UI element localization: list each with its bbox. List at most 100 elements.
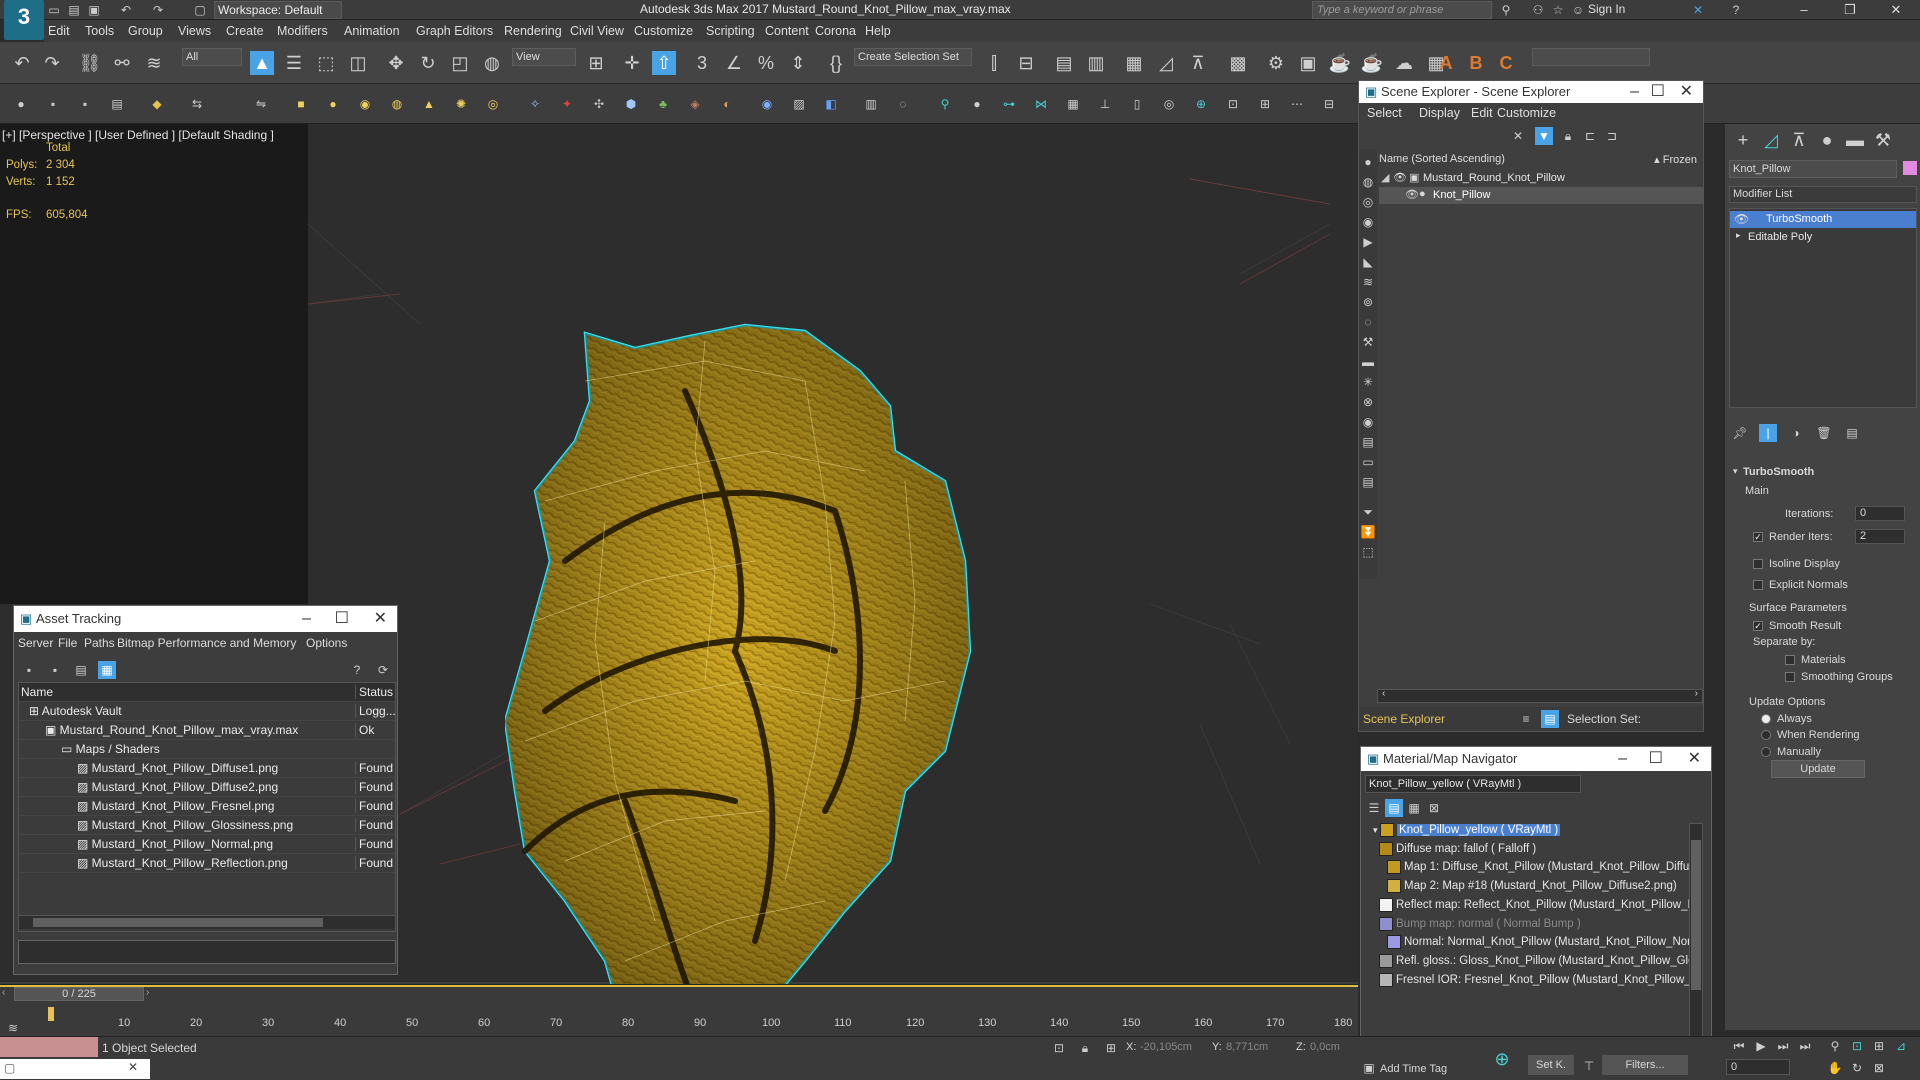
add-time-tag[interactable]: Add Time Tag bbox=[1380, 1063, 1447, 1075]
asset-menu-options[interactable]: Options bbox=[306, 636, 347, 650]
iterations-spinner[interactable]: 0 bbox=[1855, 506, 1905, 521]
text-a-icon[interactable]: A bbox=[1434, 51, 1458, 75]
asset-toolbar-icon-3[interactable]: ▤ bbox=[72, 661, 90, 679]
angle-snap-icon[interactable]: ∠ bbox=[722, 51, 746, 75]
undo-icon[interactable]: ↶ bbox=[10, 51, 34, 75]
material-tree-item[interactable]: Reflect map: Reflect_Knot_Pillow (Mustar… bbox=[1369, 898, 1697, 916]
render-iterative-icon[interactable]: ☕ bbox=[1360, 51, 1384, 75]
material-tree-item-root[interactable]: ▾ Knot_Pillow_yellow ( VRayMtl ) bbox=[1369, 823, 1697, 841]
project-icon[interactable]: ▢ bbox=[192, 2, 208, 18]
redo-icon[interactable]: ↷ bbox=[40, 51, 64, 75]
toolbar-icon-8[interactable]: ■ bbox=[292, 95, 310, 113]
filter-icon[interactable]: ▼ bbox=[1535, 127, 1553, 145]
toolbar-icon-7[interactable]: ⇋ bbox=[252, 95, 270, 113]
toolbar-icon-29[interactable]: ⊶ bbox=[1000, 95, 1018, 113]
clear-filter-icon[interactable]: ✕ bbox=[1509, 127, 1527, 145]
eye-icon[interactable]: 👁︎ bbox=[1734, 212, 1749, 226]
pan-icon[interactable]: ✋ bbox=[1826, 1059, 1844, 1077]
toolbar-icon-19[interactable]: ♣ bbox=[654, 95, 672, 113]
reference-coordinate-dropdown[interactable]: View bbox=[512, 48, 576, 66]
set-key-mode-icon[interactable]: ⊕ bbox=[1490, 1047, 1514, 1071]
menu-edit[interactable]: Edit bbox=[48, 24, 70, 38]
maximize-icon[interactable]: ☐ bbox=[1651, 81, 1665, 103]
snaps-toggle-icon[interactable]: 3 bbox=[690, 51, 714, 75]
close-icon[interactable]: ✕ bbox=[374, 606, 387, 632]
y-coordinate[interactable]: 8,771cm bbox=[1226, 1041, 1268, 1053]
asset-menu-file[interactable]: File bbox=[58, 636, 77, 650]
toolbar-icon-31[interactable]: ▦ bbox=[1064, 95, 1082, 113]
toggle-ribbon-icon[interactable]: ▦ bbox=[1122, 51, 1146, 75]
toolbar-icon-24[interactable]: ◧ bbox=[822, 95, 840, 113]
toolbar-icon-37[interactable]: ⊞ bbox=[1256, 95, 1274, 113]
toolbar-icon-16[interactable]: ✦ bbox=[558, 95, 576, 113]
scene-tree-item-selected[interactable]: 👁︎ ● Knot_Pillow bbox=[1379, 187, 1703, 204]
material-tree-item[interactable]: Normal: Normal_Knot_Pillow (Mustard_Knot… bbox=[1369, 935, 1697, 953]
material-editor-icon[interactable]: ▩ bbox=[1226, 51, 1250, 75]
render-production-icon[interactable]: ☕ bbox=[1328, 51, 1352, 75]
isolate-selection-icon[interactable]: ⊡ bbox=[1050, 1039, 1068, 1057]
render-iters-checkbox[interactable]: ✓ bbox=[1753, 531, 1767, 543]
display-spacewarps-icon[interactable]: ≋ bbox=[1359, 273, 1377, 291]
menu-rendering[interactable]: Rendering bbox=[504, 24, 562, 38]
display-shapes-icon[interactable]: ◎ bbox=[1359, 193, 1377, 211]
window-crossing-icon[interactable]: ◫ bbox=[346, 51, 370, 75]
pivot-center-icon[interactable]: ⊞ bbox=[584, 51, 608, 75]
percent-snap-icon[interactable]: % bbox=[754, 51, 778, 75]
asset-name-header[interactable]: Name bbox=[19, 685, 351, 699]
table-row[interactable]: ▨ Mustard_Knot_Pillow_Fresnel.png Found bbox=[19, 797, 395, 816]
align-icon[interactable]: ⊟ bbox=[1014, 51, 1038, 75]
motion-tab-icon[interactable]: ● bbox=[1815, 128, 1839, 152]
render-setup-icon[interactable]: ⚙ bbox=[1264, 51, 1288, 75]
menu-views[interactable]: Views bbox=[178, 24, 211, 38]
manually-radio[interactable] bbox=[1761, 746, 1775, 758]
toolbar-icon-38[interactable]: ⋯ bbox=[1288, 95, 1306, 113]
menu-modifiers[interactable]: Modifiers bbox=[277, 24, 328, 38]
material-tree-item[interactable]: Refl. gloss.: Gloss_Knot_Pillow (Mustard… bbox=[1369, 954, 1697, 972]
menu-scripting[interactable]: Scripting bbox=[706, 24, 755, 38]
utilities-tab-icon[interactable]: ⚒ bbox=[1871, 128, 1895, 152]
undo-icon[interactable]: ↶ bbox=[118, 2, 134, 18]
make-unique-icon[interactable]: ◑ bbox=[1787, 424, 1805, 442]
rotate-icon[interactable]: ↻ bbox=[416, 51, 440, 75]
current-frame-field[interactable]: 0 bbox=[1726, 1059, 1790, 1075]
maximize-viewport-icon[interactable]: ⊠ bbox=[1870, 1059, 1888, 1077]
scroll-right-icon[interactable]: › bbox=[1695, 688, 1698, 699]
display-invert-icon[interactable]: ▤ bbox=[1359, 433, 1377, 451]
close-icon[interactable]: ✕ bbox=[1680, 81, 1693, 103]
display-filter-icon[interactable]: ⏷ bbox=[1359, 503, 1377, 521]
eye-icon[interactable]: 👁︎ bbox=[1393, 171, 1407, 184]
toolbar-icon-3[interactable]: ▪ bbox=[76, 95, 94, 113]
close-icon[interactable]: ✕ bbox=[1688, 747, 1701, 771]
search-input[interactable]: Type a keyword or phrase bbox=[1312, 1, 1492, 19]
selection-set-icon[interactable]: ▤ bbox=[1541, 710, 1559, 728]
material-tree-item[interactable]: Map 1: Diffuse_Knot_Pillow (Mustard_Knot… bbox=[1369, 860, 1697, 878]
remove-modifier-icon[interactable]: 🗑︎ bbox=[1815, 424, 1833, 442]
binoculars-icon[interactable]: ⚲ bbox=[1498, 2, 1514, 18]
material-navigator-titlebar[interactable]: ▣ Material/Map Navigator – ☐ ✕ bbox=[1361, 747, 1711, 771]
toolbar-icon-21[interactable]: ◐ bbox=[718, 95, 736, 113]
scrollbar-thumb[interactable] bbox=[1691, 840, 1701, 990]
text-b-icon[interactable]: B bbox=[1464, 51, 1488, 75]
layer-explorer-icon[interactable]: ▥ bbox=[1084, 51, 1108, 75]
table-row[interactable]: ▭ Maps / Shaders bbox=[19, 740, 395, 759]
display-all-icon[interactable]: ◉ bbox=[1359, 413, 1377, 431]
toolbar-icon-5[interactable]: ◆ bbox=[148, 95, 166, 113]
hierarchy-icon[interactable]: ⊏ bbox=[1581, 127, 1599, 145]
new-file-icon[interactable]: ▭ bbox=[46, 2, 62, 18]
display-page-icon[interactable]: ▭ bbox=[1359, 453, 1377, 471]
redo-icon[interactable]: ↷ bbox=[150, 2, 166, 18]
toolbar-icon-34[interactable]: ◎ bbox=[1160, 95, 1178, 113]
menu-group[interactable]: Group bbox=[128, 24, 163, 38]
select-by-name-icon[interactable]: ☰ bbox=[282, 51, 306, 75]
asset-menu-bitmap[interactable]: Bitmap Performance and Memory bbox=[117, 636, 296, 650]
view-small-icons-icon[interactable]: ▦ bbox=[1405, 799, 1423, 817]
scroll-right-icon[interactable]: › bbox=[146, 987, 149, 998]
key-filter-icon[interactable]: ⊤ bbox=[1580, 1057, 1598, 1075]
select-manipulate-icon[interactable]: ✛ bbox=[620, 51, 644, 75]
menu-content[interactable]: Content bbox=[765, 24, 809, 38]
schematic-view-icon[interactable]: ⊼ bbox=[1186, 51, 1210, 75]
display-lights-icon[interactable]: ◉ bbox=[1359, 213, 1377, 231]
star-icon[interactable]: ☆ bbox=[1550, 2, 1566, 18]
frozen-column-header[interactable]: ▴ Frozen bbox=[1654, 153, 1697, 166]
toolbar-icon-35[interactable]: ⊕ bbox=[1192, 95, 1210, 113]
